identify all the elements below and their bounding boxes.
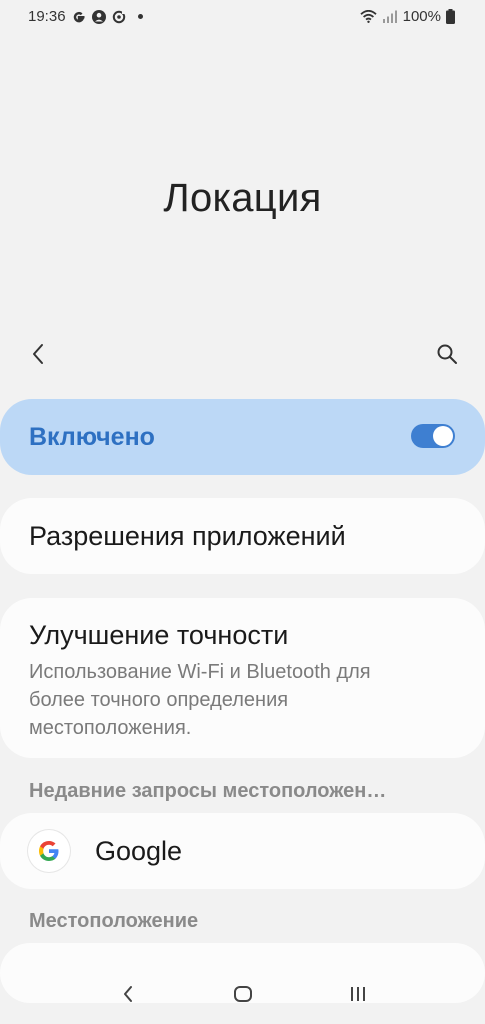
- account-icon: [91, 9, 106, 24]
- status-bar: 19:36 100%: [0, 0, 485, 36]
- nav-back-button[interactable]: [100, 972, 156, 1020]
- recent-request-app-google[interactable]: Google: [0, 813, 485, 889]
- notification-dot-icon: [137, 14, 143, 19]
- page-title: Локация: [163, 176, 322, 220]
- sync-icon: [112, 9, 126, 24]
- switch-knob: [433, 426, 453, 446]
- google-logo-icon: [28, 830, 70, 872]
- wifi-icon: [360, 10, 377, 23]
- improve-accuracy-description: Использование Wi-Fi и Bluetooth для боле…: [29, 661, 371, 739]
- back-button[interactable]: [18, 336, 58, 376]
- master-toggle-label: Включено: [29, 423, 155, 451]
- battery-icon: [446, 9, 455, 24]
- google-icon: [72, 10, 86, 24]
- search-button[interactable]: [427, 336, 467, 376]
- recent-apps-icon: [348, 985, 368, 1008]
- app-permissions-item[interactable]: Разрешения приложений: [0, 498, 485, 574]
- location-switch[interactable]: [411, 424, 455, 448]
- navigation-bar: [0, 968, 485, 1024]
- nav-home-button[interactable]: [215, 972, 271, 1020]
- improve-accuracy-item[interactable]: Улучшение точности Использование Wi-Fi и…: [0, 598, 485, 758]
- status-left: 19:36: [28, 8, 143, 25]
- recent-requests-header: Недавние запросы местоположен…: [29, 780, 387, 802]
- status-right: 100%: [360, 8, 455, 25]
- battery-percent: 100%: [402, 8, 441, 25]
- app-permissions-label: Разрешения приложений: [29, 521, 346, 551]
- improve-accuracy-title: Улучшение точности: [29, 620, 289, 650]
- signal-icon: [382, 10, 398, 23]
- back-icon: [122, 984, 134, 1009]
- recent-request-app-label: Google: [95, 836, 183, 866]
- chevron-left-icon: [31, 343, 45, 370]
- status-time: 19:36: [28, 8, 66, 25]
- home-icon: [233, 984, 253, 1009]
- master-toggle-row[interactable]: Включено: [0, 399, 485, 475]
- nav-recent-apps-button[interactable]: [330, 972, 386, 1020]
- location-services-header: Местоположение: [29, 910, 199, 932]
- search-icon: [436, 343, 458, 370]
